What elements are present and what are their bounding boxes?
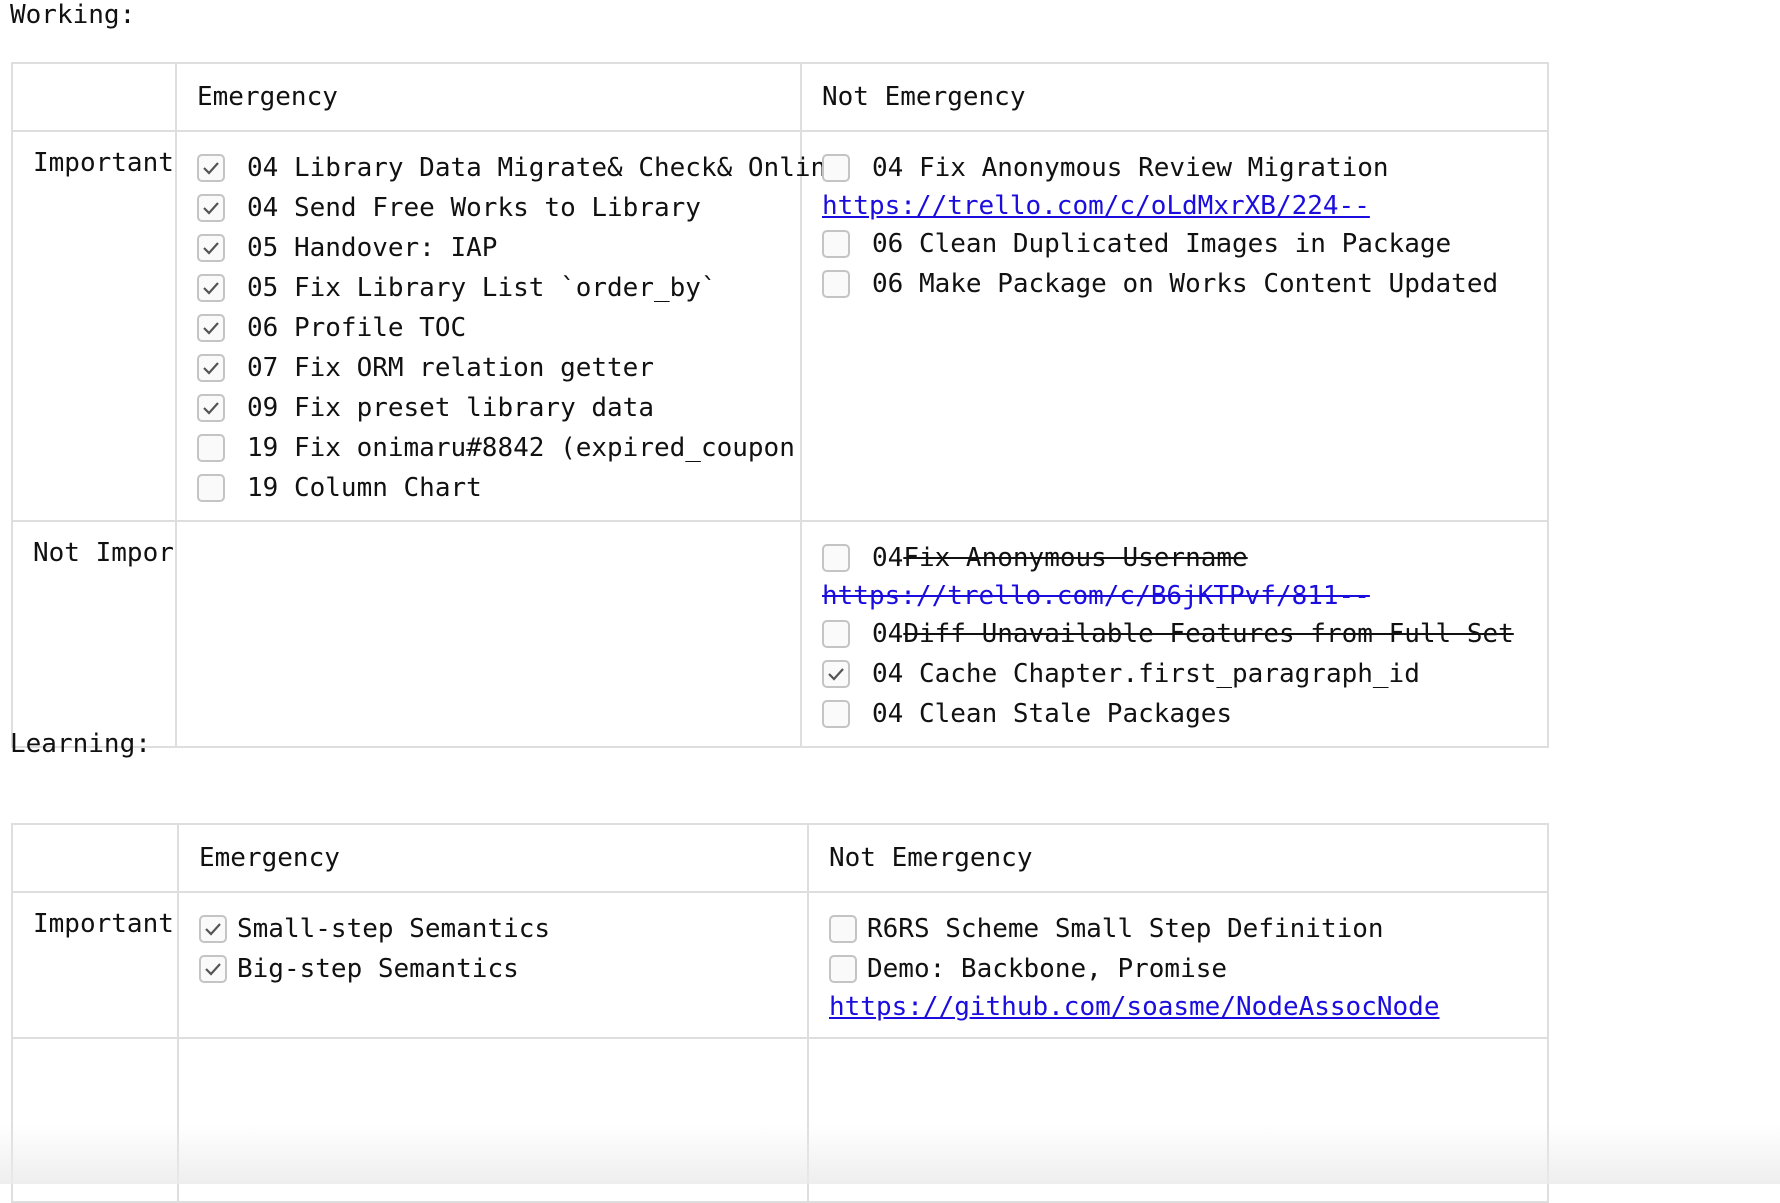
task-checkbox[interactable] bbox=[822, 544, 850, 572]
task-checkbox[interactable] bbox=[197, 194, 225, 222]
task-checkbox[interactable] bbox=[197, 314, 225, 342]
trello-link[interactable]: https://trello.com/c/B6jKTPvf/811-- bbox=[822, 578, 1547, 614]
task-checkbox[interactable] bbox=[197, 394, 225, 422]
task-item: Big-step Semantics bbox=[199, 949, 807, 989]
not-important-emergency-cell bbox=[175, 520, 802, 748]
task-prefix: 04 bbox=[872, 543, 904, 573]
task-item: 05 Handover: IAP bbox=[197, 228, 800, 268]
working-matrix: Emergency Not Emergency Important 04 Lib… bbox=[11, 62, 1549, 748]
task-item: R6RS Scheme Small Step Definition bbox=[829, 909, 1547, 949]
trello-link[interactable]: https://trello.com/c/oLdMxrXB/224-- bbox=[822, 188, 1547, 224]
important-not-emergency-cell: R6RS Scheme Small Step Definition Demo: … bbox=[807, 891, 1549, 1039]
task-checkbox[interactable] bbox=[822, 700, 850, 728]
task-label: Big-step Semantics bbox=[237, 954, 519, 984]
not-emergency-header: Not Emergency bbox=[807, 823, 1549, 893]
task-item: 06 Profile TOC bbox=[197, 308, 800, 348]
task-checkbox[interactable] bbox=[197, 474, 225, 502]
important-emergency-cell: 04 Library Data Migrate& Check& Online 0… bbox=[175, 130, 842, 522]
task-label: 04 Fix Anonymous Review Migration bbox=[872, 153, 1389, 183]
row-label-important: Important bbox=[11, 130, 177, 522]
task-checkbox[interactable] bbox=[197, 434, 225, 462]
task-label: 19 Column Chart bbox=[247, 473, 482, 503]
task-checkbox[interactable] bbox=[822, 230, 850, 258]
task-item: 04 Send Free Works to Library bbox=[197, 188, 800, 228]
task-label: 07 Fix ORM relation getter bbox=[247, 353, 654, 383]
task-label: 06 Make Package on Works Content Updated bbox=[872, 269, 1499, 299]
not-emergency-header: Not Emergency bbox=[800, 62, 1549, 132]
task-checkbox[interactable] bbox=[199, 915, 227, 943]
corner-cell bbox=[11, 823, 179, 893]
bottom-fade bbox=[0, 1124, 1780, 1184]
task-checkbox[interactable] bbox=[829, 915, 857, 943]
learning-heading: Learning: bbox=[10, 729, 151, 759]
task-item: 09 Fix preset library data bbox=[197, 388, 800, 428]
task-label: 04 Send Free Works to Library bbox=[247, 193, 701, 223]
task-label: 06 Clean Duplicated Images in Package bbox=[872, 229, 1452, 259]
task-item: 04 Library Data Migrate& Check& Online bbox=[197, 148, 842, 188]
task-label: Diff Unavailable Features from Full Set bbox=[903, 619, 1514, 649]
corner-cell bbox=[11, 62, 177, 132]
task-item: 19 Fix onimaru#8842 (expired_coupon bbox=[197, 428, 800, 468]
emergency-header: Emergency bbox=[177, 823, 809, 893]
task-checkbox[interactable] bbox=[197, 274, 225, 302]
task-checkbox[interactable] bbox=[197, 234, 225, 262]
task-item: 04 Fix Anonymous Review Migration bbox=[822, 148, 1547, 188]
task-checkbox[interactable] bbox=[822, 154, 850, 182]
task-item: 19 Column Chart bbox=[197, 468, 800, 508]
task-label: Small-step Semantics bbox=[237, 914, 551, 944]
task-label: R6RS Scheme Small Step Definition bbox=[867, 914, 1384, 944]
emergency-header: Emergency bbox=[175, 62, 802, 132]
task-label: 04 Library Data Migrate& Check& Online bbox=[247, 153, 842, 183]
task-item: 05 Fix Library List `order_by` bbox=[197, 268, 800, 308]
task-label: 19 Fix onimaru#8842 (expired_coupon bbox=[247, 433, 795, 463]
task-label: Fix Anonymous Username bbox=[903, 543, 1248, 573]
task-item: 07 Fix ORM relation getter bbox=[197, 348, 800, 388]
task-checkbox[interactable] bbox=[822, 270, 850, 298]
task-label: Demo: Backbone, Promise bbox=[867, 954, 1228, 984]
task-label: 05 Handover: IAP bbox=[247, 233, 498, 263]
task-item: 04 Clean Stale Packages bbox=[822, 694, 1547, 734]
task-checkbox[interactable] bbox=[197, 154, 225, 182]
task-item: 04 Diff Unavailable Features from Full S… bbox=[822, 614, 1547, 654]
task-checkbox[interactable] bbox=[829, 955, 857, 983]
row-label-important: Important bbox=[11, 891, 179, 1039]
task-label: 04 Clean Stale Packages bbox=[872, 699, 1233, 729]
important-not-emergency-cell: 04 Fix Anonymous Review Migration https:… bbox=[800, 130, 1549, 522]
task-prefix: 04 bbox=[872, 619, 904, 649]
task-item: 04 Cache Chapter.first_paragraph_id bbox=[822, 654, 1547, 694]
task-item: Small-step Semantics bbox=[199, 909, 807, 949]
task-label: 05 Fix Library List `order_by` bbox=[247, 273, 717, 303]
task-label: 09 Fix preset library data bbox=[247, 393, 654, 423]
working-heading: Working: bbox=[10, 0, 136, 30]
row-label-not-important: Not Impor bbox=[11, 520, 177, 748]
github-link[interactable]: https://github.com/soasme/NodeAssocNode bbox=[829, 989, 1547, 1025]
task-item: Demo: Backbone, Promise bbox=[829, 949, 1547, 989]
task-checkbox[interactable] bbox=[197, 354, 225, 382]
task-checkbox[interactable] bbox=[822, 660, 850, 688]
task-label: 04 Cache Chapter.first_paragraph_id bbox=[872, 659, 1420, 689]
task-item: 04 Fix Anonymous Username bbox=[822, 538, 1547, 578]
task-label: 06 Profile TOC bbox=[247, 313, 467, 343]
task-item: 06 Make Package on Works Content Updated bbox=[822, 264, 1547, 304]
task-item: 06 Clean Duplicated Images in Package bbox=[822, 224, 1547, 264]
not-important-not-emergency-cell: 04 Fix Anonymous Username https://trello… bbox=[800, 520, 1549, 748]
task-checkbox[interactable] bbox=[199, 955, 227, 983]
task-checkbox[interactable] bbox=[822, 620, 850, 648]
important-emergency-cell: Small-step Semantics Big-step Semantics bbox=[177, 891, 809, 1039]
